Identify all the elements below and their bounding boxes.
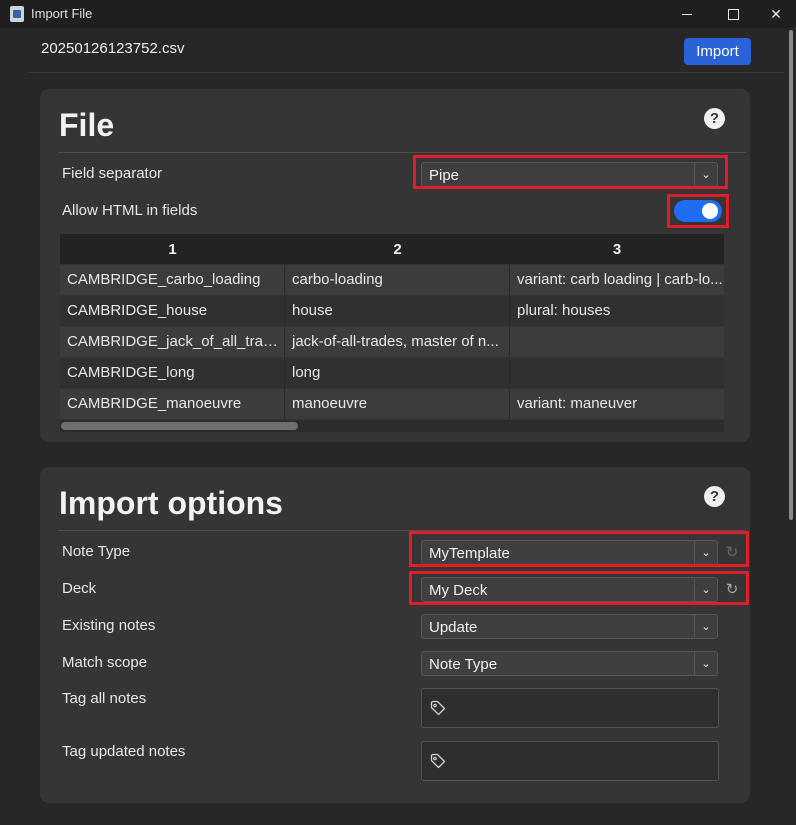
app-icon — [10, 6, 24, 22]
minimize-button[interactable] — [664, 0, 710, 28]
tag-all-notes-label: Tag all notes — [62, 690, 147, 707]
table-cell: manoeuvre — [285, 389, 510, 419]
highlight-box — [667, 194, 729, 228]
minimize-icon — [682, 13, 692, 15]
table-cell: CAMBRIDGE_long — [60, 358, 285, 388]
table-row: CAMBRIDGE_carbo_loading carbo-loading va… — [60, 265, 724, 295]
close-icon: ✕ — [770, 5, 782, 22]
column-header: 2 — [393, 240, 402, 258]
match-scope-select[interactable]: Note Type ⌄ — [421, 651, 718, 676]
table-cell: long — [285, 358, 510, 388]
close-button[interactable]: ✕ — [756, 0, 796, 28]
table-header: 1 2 3 — [60, 234, 724, 264]
table-cell: CAMBRIDGE_manoeuvre — [60, 389, 285, 419]
help-icon[interactable]: ? — [704, 486, 725, 507]
table-row: CAMBRIDGE_manoeuvre manoeuvre variant: m… — [60, 389, 724, 419]
tag-icon — [430, 753, 446, 769]
tag-all-notes-input[interactable] — [421, 688, 719, 728]
table-cell: CAMBRIDGE_carbo_loading — [60, 265, 285, 295]
highlight-box — [409, 531, 749, 567]
existing-notes-value: Update — [429, 619, 478, 636]
deck-label: Deck — [62, 580, 97, 597]
table-row: CAMBRIDGE_jack_of_all_trade... jack-of-a… — [60, 327, 724, 357]
match-scope-label: Match scope — [62, 654, 148, 671]
column-header: 1 — [168, 240, 177, 258]
table-cell: house — [285, 296, 510, 326]
horizontal-scrollbar[interactable] — [60, 420, 724, 432]
existing-notes-select[interactable]: Update ⌄ — [421, 614, 718, 639]
highlight-box — [413, 155, 728, 189]
vertical-scrollbar-thumb[interactable] — [789, 30, 793, 520]
chevron-down-icon: ⌄ — [694, 652, 717, 675]
import-options-title: Import options — [59, 485, 283, 521]
tag-updated-notes-input[interactable] — [421, 741, 719, 781]
maximize-icon — [727, 8, 739, 20]
table-cell — [510, 358, 724, 388]
table-row: CAMBRIDGE_house house plural: houses — [60, 296, 724, 326]
table-cell: jack-of-all-trades, master of n... — [285, 327, 510, 357]
tag-updated-notes-label: Tag updated notes — [62, 743, 186, 760]
field-separator-label: Field separator — [62, 165, 163, 182]
maximize-button[interactable] — [710, 0, 756, 28]
table-cell: CAMBRIDGE_jack_of_all_trade... — [60, 327, 285, 357]
column-header: 3 — [612, 240, 622, 258]
file-name: 20250126123752.csv — [41, 40, 185, 57]
header-divider — [28, 72, 784, 73]
match-scope-value: Note Type — [429, 656, 498, 673]
table-row: CAMBRIDGE_long long — [60, 358, 724, 388]
help-icon[interactable]: ? — [704, 108, 725, 129]
table-cell: carbo-loading — [285, 265, 510, 295]
table-cell: variant: maneuver — [517, 395, 638, 412]
file-section-title: File — [59, 107, 115, 143]
title-bar: Import File ✕ — [0, 0, 796, 28]
table-cell: plural: houses — [517, 302, 611, 319]
existing-notes-label: Existing notes — [62, 617, 156, 634]
horizontal-scrollbar-thumb[interactable] — [61, 422, 298, 430]
import-button[interactable]: Import — [684, 38, 751, 65]
preview-table: 1 2 3 CAMBRIDGE_carbo_loading carbo-load… — [60, 234, 724, 432]
tag-icon — [430, 700, 446, 716]
chevron-down-icon: ⌄ — [694, 615, 717, 638]
table-cell: CAMBRIDGE_house — [60, 296, 285, 326]
table-cell: variant: carb loading | carb-lo... — [517, 271, 723, 288]
table-cell — [510, 327, 724, 357]
section-divider — [58, 152, 746, 153]
file-section: File ? Field separator Pipe ⌄ Allow HTML… — [40, 89, 750, 442]
note-type-label: Note Type — [62, 543, 131, 560]
import-options-section: Import options ? Note Type MyTemplate ⌄ … — [40, 467, 750, 803]
allow-html-label: Allow HTML in fields — [62, 202, 198, 219]
window-title: Import File — [31, 6, 93, 21]
highlight-box — [409, 571, 749, 605]
